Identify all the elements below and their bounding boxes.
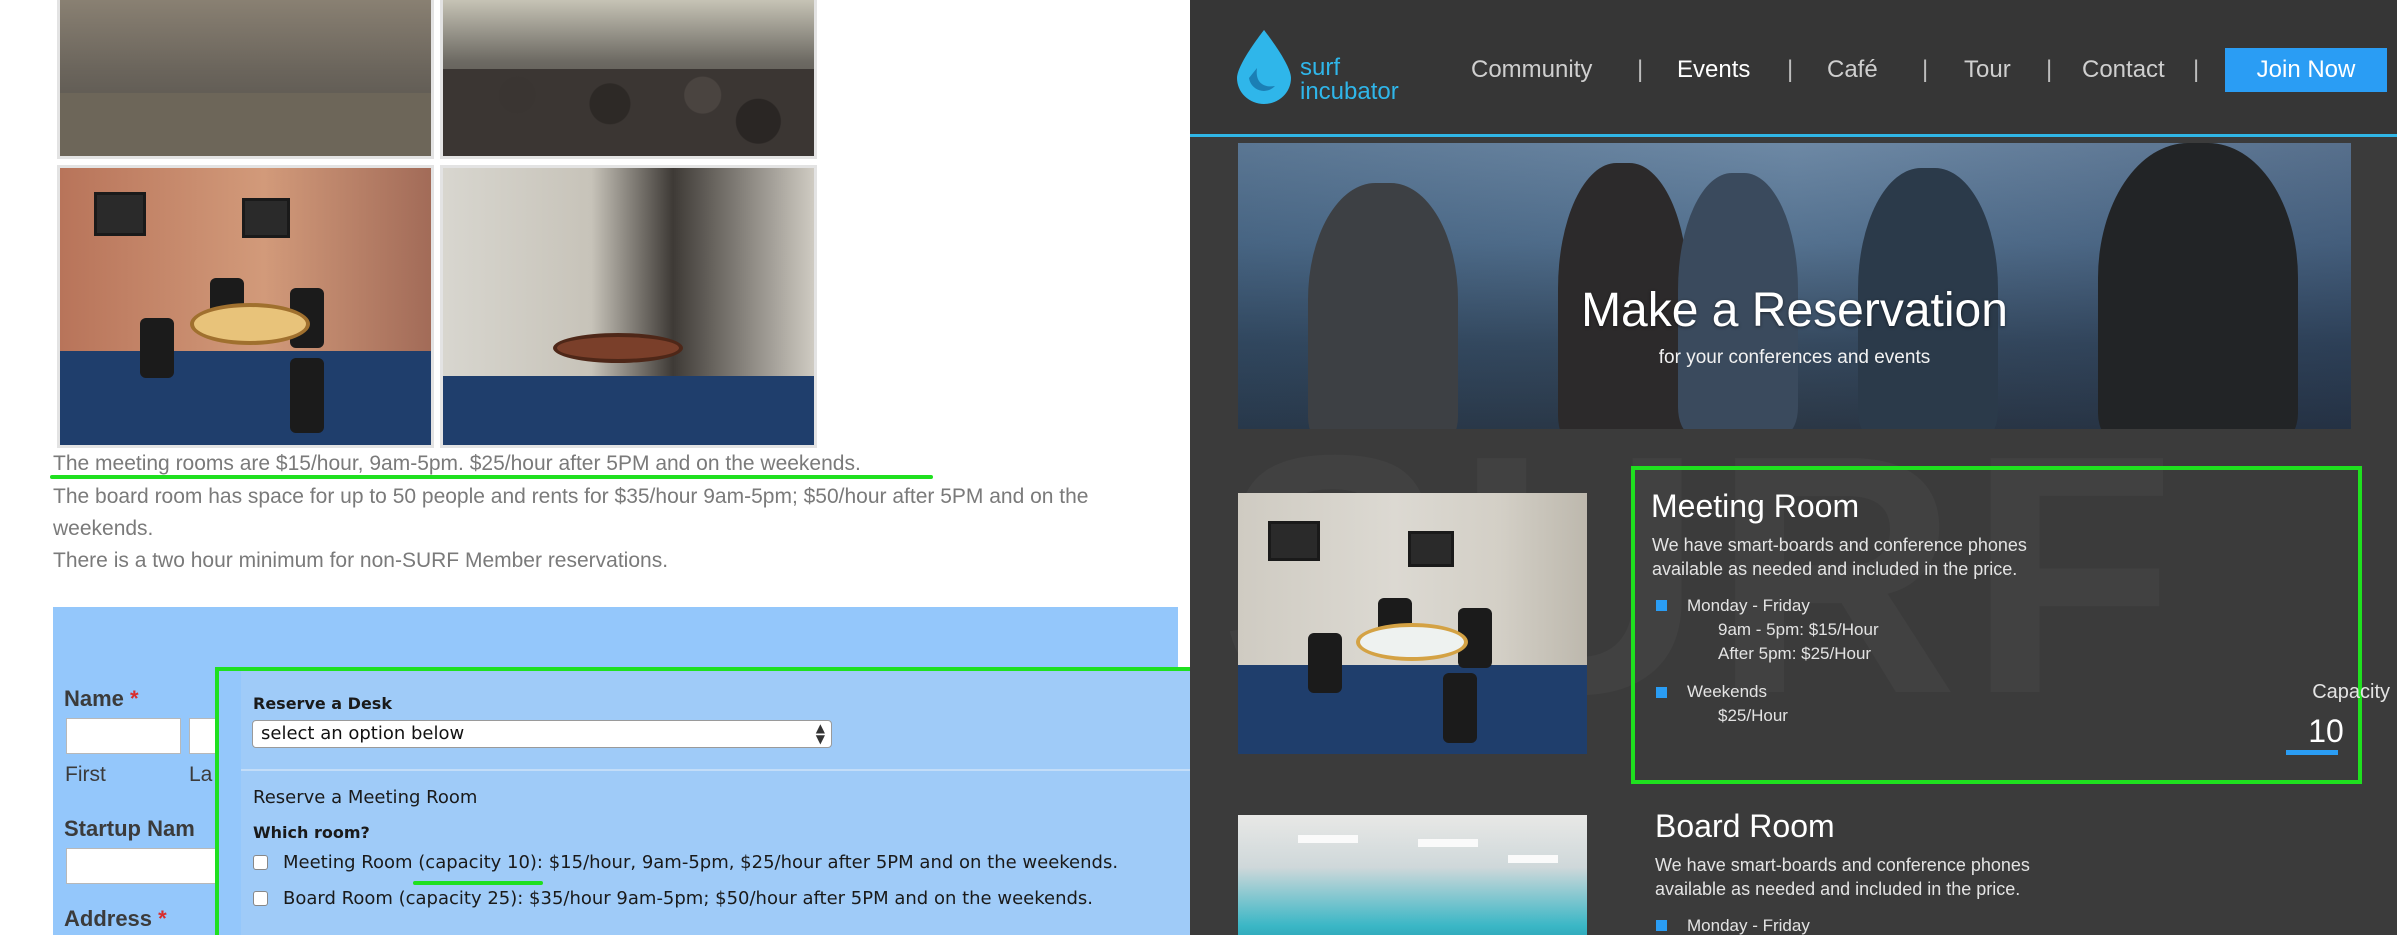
desk-select[interactable]: select an option below ▲ ▼ (252, 720, 832, 748)
meeting-room-weekend: Weekends (1687, 682, 1768, 701)
meeting-room-description: We have smart-boards and conference phon… (1652, 535, 2027, 579)
meeting-room-image (1238, 493, 1587, 754)
photo-chair (290, 358, 324, 433)
which-room-label: Which room? (253, 823, 370, 842)
meeting-room-checkbox[interactable] (253, 855, 268, 870)
nav-separator: | (1922, 56, 1929, 83)
photo-wall-frame (242, 198, 290, 238)
last-sublabel: La (189, 763, 213, 786)
photo-wall-frame (1268, 521, 1320, 561)
meeting-room-title: Meeting Room (1651, 488, 1860, 524)
highlight-underline (413, 881, 543, 885)
first-sublabel: First (65, 763, 106, 786)
ceiling-light (1418, 839, 1478, 847)
bullet-icon (1656, 600, 1667, 611)
photo-table (190, 303, 310, 345)
select-arrows-icon: ▲ ▼ (815, 721, 825, 746)
logo-drop-icon[interactable] (1235, 28, 1293, 104)
meeting-room-after-rate: After 5pm: $25/Hour (1718, 644, 1872, 663)
top-navigation: surf incubator Community | Events | Café… (1190, 0, 2397, 137)
room-photo-3 (57, 165, 434, 448)
ceiling-light (1298, 835, 1358, 843)
photo-wall-frame (1408, 531, 1454, 567)
zoomed-form-content: Reserve a Desk select an option below ▲ ▼… (241, 671, 1190, 935)
nav-events[interactable]: Events (1677, 56, 1750, 84)
desk-label: Reserve a Desk (253, 694, 392, 713)
bullet-icon (1656, 920, 1667, 931)
left-pane: The meeting rooms are $15/hour, 9am-5pm.… (0, 0, 1190, 935)
room-photo-2 (440, 0, 817, 159)
nav-separator: | (1787, 56, 1794, 83)
meeting-room-option[interactable]: Meeting Room (capacity 10): $15/hour, 9a… (283, 852, 1118, 873)
photo-chair (1308, 633, 1342, 693)
hero-banner: Make a Reservation for your conferences … (1238, 143, 2351, 429)
address-label: Address * (64, 906, 167, 931)
hero-subtitle: for your conferences and events (1658, 347, 1931, 368)
board-room-title: Board Room (1655, 808, 1835, 844)
capacity-underline (2286, 750, 2338, 755)
bullet-icon (1656, 687, 1667, 698)
photo-chair (140, 318, 174, 378)
meeting-room-weekend-rate: $25/Hour (1718, 706, 1788, 725)
nav-separator: | (2193, 56, 2200, 83)
ceiling-light (1508, 855, 1558, 863)
nav-community[interactable]: Community (1471, 56, 1592, 84)
nav-contact[interactable]: Contact (2082, 56, 2165, 84)
required-mark: * (130, 686, 139, 711)
photo-floor (60, 92, 431, 156)
nav-tour[interactable]: Tour (1964, 56, 2011, 84)
board-room-option[interactable]: Board Room (capacity 25): $35/hour 9am-5… (283, 888, 1093, 909)
photo-floor (443, 375, 814, 445)
photo-floor (60, 350, 431, 445)
photo-table (553, 333, 683, 363)
board-room-pricing-text-cont: weekends. (53, 517, 154, 540)
photo-wall-frame (94, 192, 146, 236)
photo-chair (1443, 673, 1477, 743)
meeting-room-weekday-rate: 9am - 5pm: $15/Hour (1718, 620, 1879, 639)
hero-title: Make a Reservation (1581, 284, 2008, 337)
nav-separator: | (1637, 56, 1644, 83)
nav-cafe[interactable]: Café (1827, 56, 1878, 84)
join-now-button[interactable]: Join Now (2225, 48, 2387, 92)
board-room-description: We have smart-boards and conference phon… (1655, 855, 2030, 899)
board-room-pricing-text: The board room has space for up to 50 pe… (53, 485, 1089, 508)
highlight-underline (50, 475, 933, 479)
photo-floor (1238, 665, 1587, 754)
room-photo-4 (440, 165, 817, 448)
logo-text[interactable]: surf incubator (1300, 56, 1399, 104)
divider (241, 769, 1190, 771)
startup-name-label: Startup Nam (64, 816, 195, 841)
meeting-room-weekday: Monday - Friday (1687, 596, 1810, 615)
meeting-room-pricing-text: The meeting rooms are $15/hour, 9am-5pm.… (53, 452, 861, 475)
first-name-input[interactable] (66, 718, 181, 754)
right-pane: SURF surf incubator Community | Events |… (1190, 0, 2397, 935)
desk-select-value: select an option below (261, 723, 465, 744)
photo-crowd (443, 69, 814, 156)
board-room-weekday: Monday - Friday (1687, 916, 1810, 935)
board-room-checkbox[interactable] (253, 891, 268, 906)
name-label: Name * (64, 686, 139, 711)
capacity-value: 10 (2308, 713, 2344, 749)
photo-table (1356, 623, 1468, 661)
minimum-notice-text: There is a two hour minimum for non-SURF… (53, 549, 669, 572)
room-photo-1 (57, 0, 434, 159)
nav-separator: | (2046, 56, 2053, 83)
meeting-room-heading: Reserve a Meeting Room (253, 787, 478, 808)
required-mark: * (158, 906, 167, 931)
capacity-label: Capacity (2312, 681, 2390, 703)
board-room-image (1238, 815, 1587, 935)
